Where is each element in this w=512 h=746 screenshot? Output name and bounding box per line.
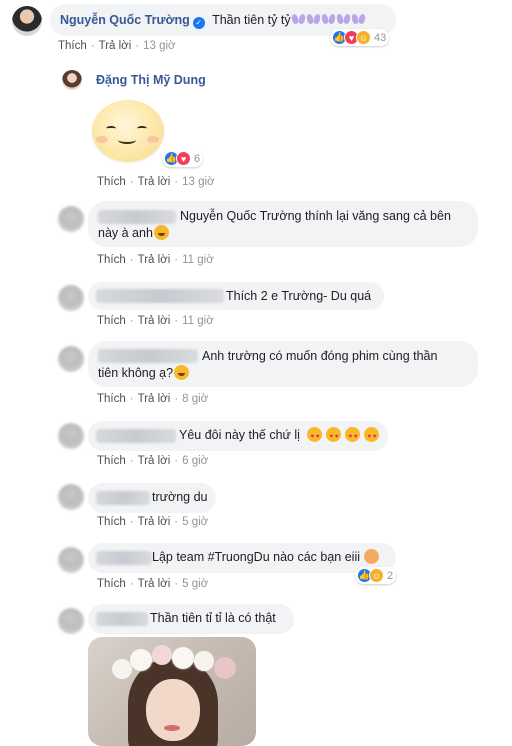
reply-link[interactable]: Trả lời	[138, 516, 171, 528]
butterfly-icon	[306, 13, 321, 26]
reply-bubble: Thần tiên tỉ tỉ là có thật	[88, 604, 294, 634]
reply-time[interactable]: 13 giờ	[182, 176, 214, 188]
smile-sticker	[92, 100, 164, 162]
like-link[interactable]: Thích	[97, 516, 126, 528]
reply-actions: Thích · Trả lời · 5 giờ	[97, 516, 209, 528]
reply-text: Thích 2 e Trường- Du quá	[226, 289, 372, 303]
reply-link[interactable]: Trả lời	[138, 393, 171, 405]
face-shape	[146, 679, 200, 741]
reply-avatar[interactable]	[58, 285, 84, 311]
flower-crown	[112, 645, 242, 679]
like-link[interactable]: Thích	[97, 455, 126, 467]
heart-eyes-emoji-icon	[364, 427, 380, 446]
reply-actions: Thích · Trả lời · 5 giờ	[97, 578, 209, 590]
butterfly-icon	[336, 13, 351, 26]
blurred-author-name	[96, 289, 224, 303]
blurred-author-name	[98, 349, 198, 363]
reply-avatar[interactable]	[58, 423, 84, 449]
reaction-count: 2	[387, 569, 394, 582]
reply-avatar[interactable]	[58, 206, 84, 232]
reply-text: Nguyễn Quốc Trường thính lại văng sang c…	[180, 209, 451, 223]
reply-time[interactable]: 6 giờ	[182, 455, 208, 467]
reply-avatar[interactable]	[58, 547, 84, 573]
reply-text-continued: tiên không ạ?	[98, 366, 174, 380]
reaction-summary[interactable]: 👍 ♥ ☺ 43	[330, 29, 390, 46]
reply-avatar[interactable]	[62, 70, 82, 90]
reply-time[interactable]: 5 giờ	[182, 578, 208, 590]
attached-photo[interactable]	[88, 637, 256, 746]
reaction-count: 43	[374, 31, 387, 44]
like-link[interactable]: Thích	[97, 254, 126, 266]
like-link[interactable]: Thích	[97, 578, 126, 590]
reply-actions: Thích · Trả lời · 8 giờ	[97, 393, 209, 405]
blurred-author-name	[98, 210, 176, 224]
reply-bubble: Lập team #TruongDu nào các bạn eiii	[88, 543, 396, 573]
reply-link[interactable]: Trả lời	[138, 254, 171, 266]
reply-text: trường du	[152, 490, 208, 504]
reply-link[interactable]: Trả lời	[138, 315, 171, 327]
butterfly-icon	[351, 13, 366, 26]
reply-bubble: trường du	[88, 483, 216, 513]
reply-text-continued: này à anh	[98, 226, 153, 240]
butterfly-icon	[291, 13, 306, 26]
reply-link[interactable]: Trả lời	[138, 176, 171, 188]
like-link[interactable]: Thích	[97, 315, 126, 327]
reply-bubble: Thích 2 e Trường- Du quá	[88, 282, 384, 310]
heart-eyes-emoji-icon	[326, 427, 342, 446]
comment-actions: Thích · Trả lời · 13 giờ	[58, 40, 176, 52]
like-link[interactable]: Thích	[58, 40, 87, 52]
comment-time[interactable]: 13 giờ	[143, 40, 175, 52]
reply-bubble: Yêu đôi này thế chứ lị	[88, 421, 388, 451]
reply-time[interactable]: 5 giờ	[182, 516, 208, 528]
blurred-author-name	[96, 491, 150, 505]
reply-time[interactable]: 11 giờ	[182, 254, 214, 266]
blurred-author-name	[96, 612, 148, 626]
reply-actions: Thích · Trả lời · 11 giờ	[97, 315, 214, 327]
reply-bubble: Anh trường có muốn đóng phim cùng thần t…	[88, 341, 478, 387]
reply-time[interactable]: 11 giờ	[182, 315, 214, 327]
comment-text: Thần tiên tỷ tỷ	[212, 13, 291, 27]
reaction-summary[interactable]: 👍 ☺ 2	[355, 567, 397, 584]
reaction-count: 6	[194, 152, 201, 165]
love-reaction-icon: ♥	[176, 151, 191, 166]
reply-link[interactable]: Trả lời	[138, 578, 171, 590]
reply-avatar[interactable]	[58, 608, 84, 634]
reply-avatar[interactable]	[58, 346, 84, 372]
reply-author[interactable]: Đặng Thị Mỹ Dung	[96, 73, 206, 87]
reply-text: Lập team #TruongDu nào các bạn eiii	[152, 550, 361, 564]
reply-text: Anh trường có muốn đóng phim cùng thần	[202, 349, 438, 363]
reply-text: Yêu đôi này thế chứ lị	[179, 428, 300, 442]
reply-actions: Thích · Trả lời · 6 giờ	[97, 455, 209, 467]
butterfly-icon	[321, 13, 336, 26]
verified-icon: ✓	[192, 17, 205, 29]
heart-eyes-emoji-icon	[307, 427, 323, 446]
reply-actions: Thích · Trả lời · 11 giờ	[97, 254, 214, 266]
reply-link[interactable]: Trả lời	[99, 40, 132, 52]
reply-time[interactable]: 8 giờ	[182, 393, 208, 405]
haha-reaction-icon: ☺	[356, 30, 371, 45]
blurred-author-name	[96, 551, 152, 565]
author-avatar[interactable]	[12, 6, 42, 36]
reply-actions: Thích · Trả lời · 13 giờ	[97, 176, 215, 188]
reply-bubble: Nguyễn Quốc Trường thính lại văng sang c…	[88, 201, 478, 247]
haha-reaction-icon: ☺	[369, 568, 384, 583]
laughing-emoji-icon	[153, 225, 169, 240]
like-link[interactable]: Thích	[97, 393, 126, 405]
comment-author[interactable]: Nguyễn Quốc Trường	[60, 13, 190, 27]
reaction-summary[interactable]: 👍 ♥ 6	[162, 150, 204, 167]
couple-emoji-icon	[364, 549, 380, 564]
reply-avatar[interactable]	[58, 484, 84, 510]
reply-link[interactable]: Trả lời	[138, 455, 171, 467]
grin-emoji-icon	[174, 365, 190, 380]
heart-eyes-emoji-icon	[345, 427, 361, 446]
blurred-author-name	[96, 429, 176, 443]
lips-shape	[164, 725, 180, 731]
like-link[interactable]: Thích	[97, 176, 126, 188]
reply-text: Thần tiên tỉ tỉ là có thật	[150, 611, 276, 625]
